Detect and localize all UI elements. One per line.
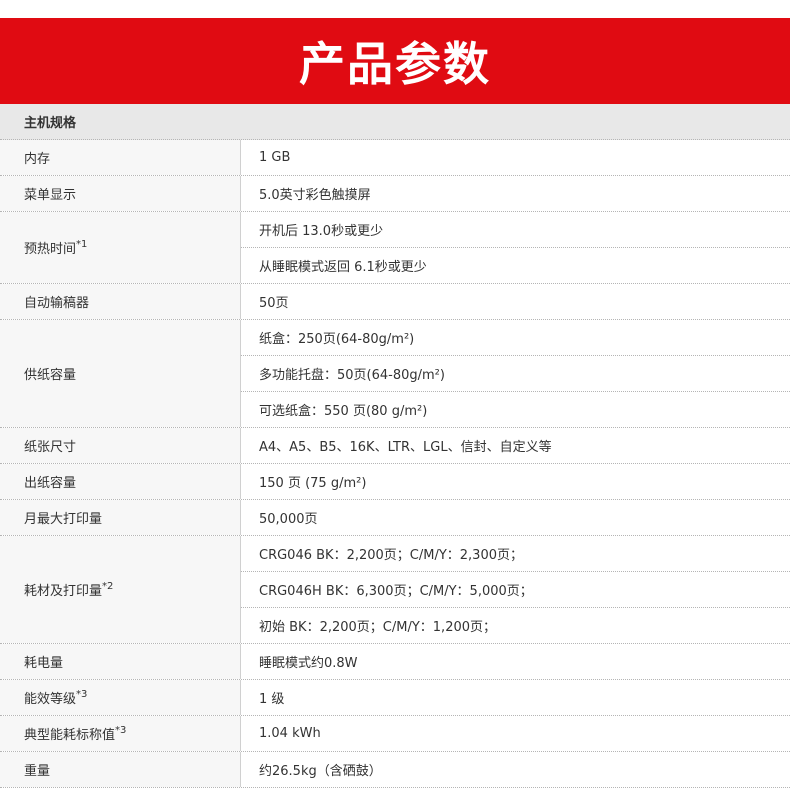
- spec-value: A4、A5、B5、16K、LTR、LGL、信封、自定义等: [259, 440, 552, 455]
- spec-label: 自动输稿器: [0, 284, 241, 319]
- footnote-marker: *3: [76, 689, 88, 700]
- spec-value: 初始 BK：2,200页；C/M/Y：1,200页；: [241, 607, 790, 643]
- spec-row: 出纸容量 150 页 (75 g/m²): [0, 464, 790, 500]
- spec-values: 睡眠模式约0.8W: [241, 644, 790, 679]
- spec-label: 能效等级 *3: [0, 680, 241, 715]
- spec-label: 耗材及打印量 *2: [0, 536, 241, 643]
- spec-label: 重量: [0, 752, 241, 787]
- spec-value: CRG046 BK：2,200页；C/M/Y：2,300页；: [259, 548, 523, 563]
- spec-label-text: 供纸容量: [24, 368, 77, 383]
- spec-values: 1.04 kWh: [241, 716, 790, 751]
- spec-table: 主机规格 内存 1 GB 菜单显示 5.0英寸彩色触摸屏 预热时间 *1 开机后 13.0秒…: [0, 104, 790, 788]
- footnote-marker: *3: [115, 725, 127, 736]
- spec-values: 50,000页: [241, 500, 790, 535]
- spec-row: 自动输稿器 50页: [0, 284, 790, 320]
- spec-value: 50页: [259, 296, 289, 311]
- spec-row: 耗材及打印量 *2 CRG046 BK：2,200页；C/M/Y：2,300页； CR…: [0, 536, 790, 644]
- spec-row: 典型能耗标称值 *3 1.04 kWh: [0, 716, 790, 752]
- spec-row: 菜单显示 5.0英寸彩色触摸屏: [0, 176, 790, 212]
- section-header: 主机规格: [0, 104, 790, 140]
- spec-label-text: 菜单显示: [24, 188, 77, 203]
- spec-values: 150 页 (75 g/m²): [241, 464, 790, 499]
- spec-values: 约26.5kg（含硒鼓）: [241, 752, 790, 787]
- spec-label: 纸张尺寸: [0, 428, 241, 463]
- spec-label: 典型能耗标称值 *3: [0, 716, 241, 751]
- spec-label: 内存: [0, 140, 241, 175]
- spec-label: 预热时间 *1: [0, 212, 241, 283]
- spec-label: 出纸容量: [0, 464, 241, 499]
- spec-values: 50页: [241, 284, 790, 319]
- spec-label-text: 典型能耗标称值: [24, 728, 116, 743]
- spec-label: 供纸容量: [0, 320, 241, 427]
- spec-label-text: 内存: [24, 152, 51, 167]
- spec-label: 月最大打印量: [0, 500, 241, 535]
- spec-values: 开机后 13.0秒或更少从睡眠模式返回 6.1秒或更少: [241, 212, 790, 283]
- spec-row: 月最大打印量 50,000页: [0, 500, 790, 536]
- spec-row: 供纸容量 纸盒：250页(64-80g/m²) 多功能托盘：50页(64-80g/m…: [0, 320, 790, 428]
- spec-values: A4、A5、B5、16K、LTR、LGL、信封、自定义等: [241, 428, 790, 463]
- footnote-marker: *1: [76, 239, 88, 250]
- spec-label-text: 耗材及打印量: [24, 584, 103, 599]
- spec-value: 5.0英寸彩色触摸屏: [259, 188, 371, 203]
- spec-row: 预热时间 *1 开机后 13.0秒或更少 从睡眠模式返回 6.1秒或更少: [0, 212, 790, 284]
- spec-value: 睡眠模式约0.8W: [259, 656, 358, 671]
- spec-value: 开机后 13.0秒或更少: [259, 224, 384, 239]
- spec-value: 多功能托盘：50页(64-80g/m²): [241, 355, 790, 391]
- spec-value: 50,000页: [259, 512, 318, 527]
- spec-label-text: 纸张尺寸: [24, 440, 77, 455]
- spec-values: 1 级: [241, 680, 790, 715]
- spec-value: 1.04 kWh: [259, 726, 321, 741]
- spec-row: 纸张尺寸 A4、A5、B5、16K、LTR、LGL、信封、自定义等: [0, 428, 790, 464]
- spec-values: CRG046 BK：2,200页；C/M/Y：2,300页； CRG046H BK…: [241, 536, 790, 643]
- spec-value: 从睡眠模式返回 6.1秒或更少: [241, 247, 790, 283]
- spec-value: 纸盒：250页(64-80g/m²): [259, 332, 415, 347]
- spec-value: CRG046H BK：6,300页；C/M/Y：5,000页；: [241, 571, 790, 607]
- top-whitespace: [0, 0, 790, 18]
- spec-label: 耗电量: [0, 644, 241, 679]
- spec-label-text: 自动输稿器: [24, 296, 90, 311]
- header-banner: 产品参数: [0, 18, 790, 104]
- spec-value: 约26.5kg（含硒鼓）: [259, 764, 382, 779]
- spec-row: 重量 约26.5kg（含硒鼓）: [0, 752, 790, 788]
- spec-row: 内存 1 GB: [0, 140, 790, 176]
- spec-value: 150 页 (75 g/m²): [259, 476, 367, 491]
- spec-row: 耗电量 睡眠模式约0.8W: [0, 644, 790, 680]
- page-title: 产品参数: [299, 37, 491, 91]
- spec-row: 能效等级 *3 1 级: [0, 680, 790, 716]
- spec-value: 1 级: [259, 692, 285, 707]
- spec-label-text: 重量: [24, 764, 51, 779]
- spec-label-text: 能效等级: [24, 692, 77, 707]
- spec-value: 可选纸盒：550 页(80 g/m²): [241, 391, 790, 427]
- spec-values: 纸盒：250页(64-80g/m²) 多功能托盘：50页(64-80g/m²) 可选…: [241, 320, 790, 427]
- spec-values: 1 GB: [241, 140, 790, 175]
- spec-values: 5.0英寸彩色触摸屏: [241, 176, 790, 211]
- spec-label-text: 出纸容量: [24, 476, 77, 491]
- footnote-marker: *2: [102, 581, 114, 592]
- spec-rows: 内存 1 GB 菜单显示 5.0英寸彩色触摸屏 预热时间 *1 开机后 13.0秒或更少 从睡…: [0, 140, 790, 788]
- spec-label-text: 预热时间: [24, 242, 77, 257]
- spec-label-text: 耗电量: [24, 656, 64, 671]
- spec-label-text: 月最大打印量: [24, 512, 103, 527]
- spec-label: 菜单显示: [0, 176, 241, 211]
- spec-value: 1 GB: [259, 150, 291, 165]
